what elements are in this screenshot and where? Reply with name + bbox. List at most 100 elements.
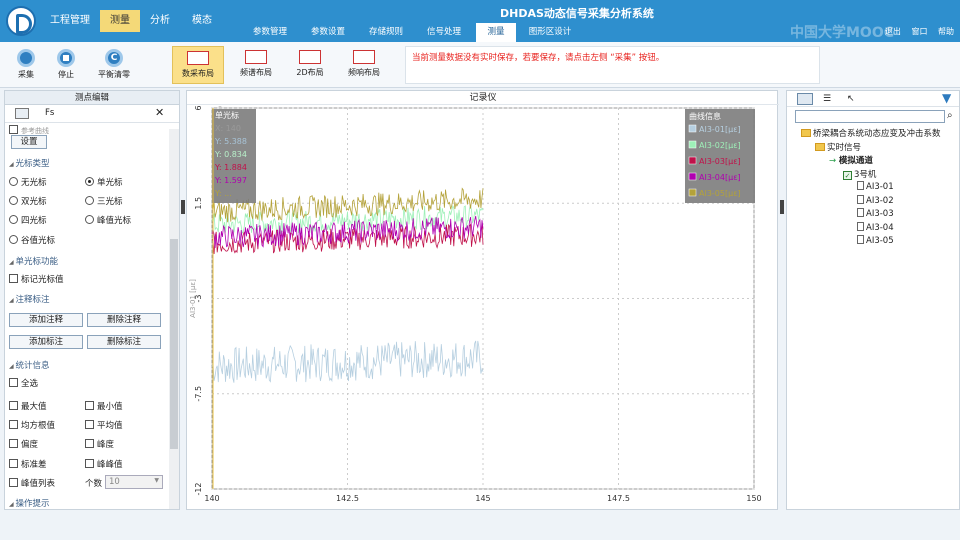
radio-no-cursor[interactable]: 无光标: [9, 176, 47, 188]
tree-node[interactable]: AI3-03: [857, 208, 894, 219]
freq-response-layout-button[interactable]: 频响布局: [338, 46, 390, 84]
x-tick-label: 142.5: [336, 494, 359, 503]
select-all-checkbox[interactable]: 全选: [9, 377, 38, 389]
2d-layout-label: 2D布局: [296, 68, 324, 77]
stop-icon: [57, 49, 75, 67]
list-view-icon[interactable]: ☰: [823, 94, 831, 104]
tab-param-manage[interactable]: 参数管理: [240, 23, 300, 42]
window-link[interactable]: 窗口: [911, 27, 927, 36]
chart-title: 记录仪: [187, 91, 779, 105]
balance-zero-button[interactable]: C 平衡清零: [88, 46, 140, 86]
stats-section[interactable]: 统计信息: [9, 359, 50, 371]
tree-search-input[interactable]: [795, 110, 945, 123]
fs-tab[interactable]: Fs: [45, 108, 54, 118]
nav-project[interactable]: 工程管理: [40, 10, 100, 32]
setting-button[interactable]: 设置: [11, 135, 47, 149]
std-checkbox[interactable]: 标准差: [9, 458, 47, 470]
tab-measure[interactable]: 测量: [476, 23, 516, 42]
help-link[interactable]: 帮助: [938, 27, 954, 36]
tab-signal-processing[interactable]: 信号处理: [414, 23, 474, 42]
2d-layout-button[interactable]: 2D布局: [284, 46, 336, 84]
radio-valley-cursor[interactable]: 谷值光标: [9, 234, 55, 246]
skew-checkbox[interactable]: 偏度: [9, 438, 38, 450]
daq-layout-button[interactable]: 数采布局: [172, 46, 224, 84]
kurtosis-checkbox[interactable]: 峰度: [85, 438, 114, 450]
mark-cursor-checkbox[interactable]: 标记光标值: [9, 273, 64, 285]
search-icon[interactable]: ⌕: [947, 110, 953, 121]
radio-quad-cursor[interactable]: 四光标: [9, 214, 47, 226]
radio-peak-cursor[interactable]: 峰值光标: [85, 214, 131, 226]
min-checkbox[interactable]: 最小值: [85, 400, 123, 412]
x-tick-label: 145: [475, 494, 490, 503]
single-cursor-section[interactable]: 单光标功能: [9, 255, 59, 267]
pointer-icon[interactable]: ↖: [847, 94, 855, 104]
tree-node[interactable]: AI3-05: [857, 235, 894, 246]
acquire-button[interactable]: 采集: [4, 46, 48, 86]
channel-arrow-icon: →: [829, 156, 839, 166]
nav-measure[interactable]: 测量: [100, 10, 140, 32]
grid-tab-icon[interactable]: [15, 108, 29, 119]
scroll-thumb[interactable]: [170, 239, 178, 449]
document-icon: [857, 235, 864, 244]
legend-item: AI3-04[με]: [699, 173, 741, 182]
signal-tree-panel: ☰ ↖ ▼ ⌕ 桥梁耦合系统动态应变及冲击系数实时信号 → 模拟通道 ✓ 3号机 AI3…: [786, 90, 960, 510]
exit-link[interactable]: 退出: [885, 27, 901, 36]
cursor-value: Y: 1.884: [214, 163, 247, 172]
add-note-button[interactable]: 添加注释: [9, 313, 83, 327]
left-collapse-handle[interactable]: [181, 200, 185, 214]
nav-modal[interactable]: 模态: [182, 10, 222, 32]
annotation-section[interactable]: 注释标注: [9, 293, 50, 305]
legend-item: AI3-05[με]: [699, 189, 741, 198]
peak-list-checkbox[interactable]: 峰值列表: [9, 477, 55, 489]
tree-node-label: 实时信号: [827, 142, 862, 153]
peak-peak-checkbox[interactable]: 峰峰值: [85, 458, 123, 470]
delete-mark-button[interactable]: 删除标注: [87, 335, 161, 349]
y-axis-label: AI3-01 [με]: [189, 279, 197, 318]
left-scrollbar[interactable]: [169, 129, 179, 509]
tab-param-setting[interactable]: 参数设置: [298, 23, 358, 42]
mean-checkbox[interactable]: 平均值: [85, 419, 123, 431]
spectrum-layout-label: 频谱布局: [240, 68, 272, 77]
spectrum-layout-button[interactable]: 频谱布局: [230, 46, 282, 84]
tips-section[interactable]: 操作提示: [9, 497, 50, 509]
tab-graph-design[interactable]: 图形区设计: [520, 23, 580, 42]
max-checkbox[interactable]: 最大值: [9, 400, 47, 412]
filter-icon[interactable]: ▼: [942, 91, 951, 105]
count-select[interactable]: 10 ▼: [105, 475, 163, 489]
tree-node-label: AI3-02: [866, 195, 894, 206]
count-value: 10: [109, 477, 120, 487]
tree-node-label: AI3-01: [866, 182, 894, 192]
right-collapse-handle[interactable]: [780, 200, 784, 214]
y-tick-label: -12: [194, 482, 203, 495]
plot-area[interactable]: 140 142.5 145 147.5 15061.5-3-7.5-12AI3-01 […: [187, 106, 777, 510]
freq-response-layout-label: 频响布局: [348, 68, 380, 77]
radio-single-cursor[interactable]: 单光标: [85, 176, 123, 188]
document-icon: [857, 194, 864, 204]
title-bar: 工程管理 测量 分析 模态 DHDAS动态信号采集分析系统 中国大学MOOC 退…: [0, 0, 960, 42]
document-icon: [857, 221, 864, 231]
radio-double-cursor[interactable]: 双光标: [9, 195, 47, 207]
cursor-type-section[interactable]: 光标类型: [9, 157, 50, 169]
tools-icon[interactable]: ✕: [155, 106, 164, 119]
tree-node[interactable]: AI3-01: [857, 181, 894, 192]
tree-node[interactable]: → 模拟通道: [829, 154, 873, 166]
stop-label: 停止: [58, 70, 74, 79]
tree-view-icon[interactable]: [797, 93, 813, 105]
tree-node[interactable]: ✓ 3号机: [843, 168, 876, 180]
document-icon: [857, 181, 864, 190]
delete-note-button[interactable]: 删除注释: [87, 313, 161, 327]
tree-node[interactable]: AI3-04: [857, 221, 894, 233]
top-links: 退出 窗口 帮助: [877, 26, 954, 37]
tab-storage-rules[interactable]: 存储规则: [356, 23, 416, 42]
nav-analysis[interactable]: 分析: [142, 10, 178, 32]
legend-swatch: [688, 172, 697, 181]
radio-triple-cursor[interactable]: 三光标: [85, 195, 123, 207]
tree-node[interactable]: 实时信号: [815, 141, 861, 153]
spectrum-icon: [245, 50, 267, 64]
stop-button[interactable]: 停止: [44, 46, 88, 86]
rms-checkbox[interactable]: 均方根值: [9, 419, 55, 431]
tree-node[interactable]: 桥梁耦合系统动态应变及冲击系数: [801, 127, 941, 139]
legend-item: AI3-03[με]: [699, 157, 741, 166]
tree-node[interactable]: AI3-02: [857, 194, 894, 206]
add-mark-button[interactable]: 添加标注: [9, 335, 83, 349]
